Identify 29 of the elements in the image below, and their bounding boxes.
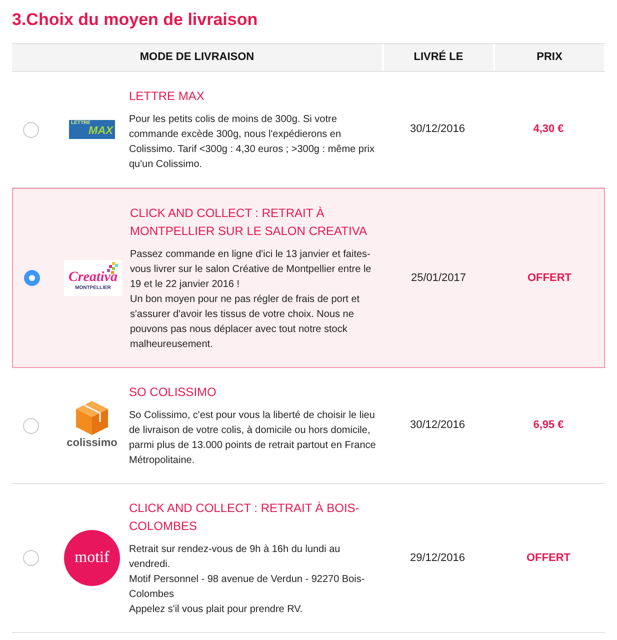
- radio-button[interactable]: [23, 122, 39, 138]
- radio-button[interactable]: [24, 270, 40, 286]
- option-description: Passez commande en ligne d'ici le 13 janvier et faites-vous livrer sur le salon Créative de Montpellier entre le 19 et le 22 janvier 2016 ! Un bon moyen pour ne pas régler de frais de port et s'assurer d'avoir les tissus de votre choix. Nous ne pouvons pas nous déplacer avec tout notre stock malheureusement.: [130, 248, 372, 352]
- option-description: Pour les petits colis de moins de 300g. Si votre commande excède 300g, nous l'expédierons en Colissimo. Tarif <300g : 4,30 euros ; >300g : même prix qu'un Colissimo.: [129, 113, 376, 172]
- cube-icon: [76, 401, 108, 435]
- column-header: MODE DE LIVRAISON: [12, 44, 382, 71]
- delivery-date: 30/12/2016: [410, 122, 466, 138]
- price: 6,95 €: [533, 418, 564, 434]
- price: 4,30 €: [533, 122, 564, 138]
- option-description: So Colissimo, c'est pour vous la liberté de choisir le lieu de livraison de votre colis, à domicile ou hors domicile, parmi plus de 13.000 points de retrait partout en France Métropolitaine.: [129, 409, 377, 468]
- logo-text: motif: [74, 549, 110, 567]
- delivery-date: 30/12/2016: [410, 418, 466, 434]
- option-title: LETTRE MAX: [129, 88, 206, 105]
- price: OFFERT: [526, 550, 570, 566]
- option-title: CLICK AND COLLECT : RETRAIT À MONTPELLIER SUR LE SALON CREATIVA: [130, 205, 368, 240]
- radio-button[interactable]: [23, 418, 39, 434]
- column-header: LIVRÉ LE: [384, 44, 493, 71]
- logo-text: Creativa: [68, 270, 118, 285]
- option-description: Retrait sur rendez-vous de 9h à 16h du lundi au vendredi. Motif Personnel - 98 avenue de Verdun - 92270 Bois-Colombes Appelez s'il vous plait pour prendre RV.: [129, 543, 366, 617]
- delivery-date: 29/12/2016: [410, 550, 466, 566]
- option-title: CLICK AND COLLECT : RETRAIT À BOIS-COLOMBES: [129, 500, 360, 535]
- section-title: 3.Choix du moyen de livraison: [12, 9, 258, 31]
- option-title: SO COLISSIMO: [129, 384, 218, 401]
- radio-button[interactable]: [23, 550, 39, 566]
- delivery-date: 25/01/2017: [410, 270, 466, 286]
- price: OFFERT: [528, 270, 572, 286]
- column-header: PRIX: [495, 44, 604, 71]
- logo-text: colissimo: [66, 437, 118, 450]
- logo-text: MAX: [88, 126, 113, 137]
